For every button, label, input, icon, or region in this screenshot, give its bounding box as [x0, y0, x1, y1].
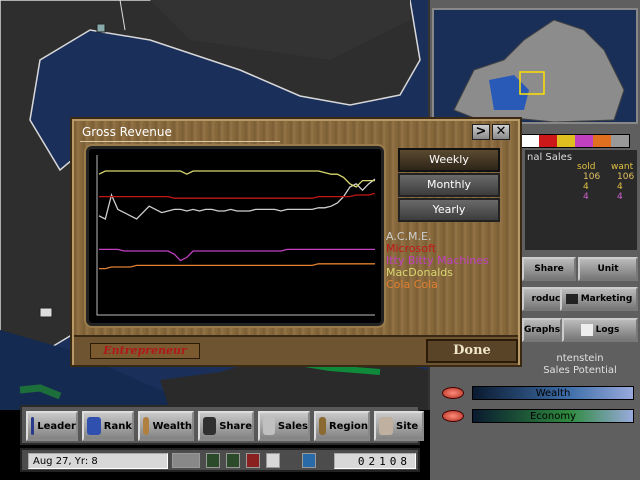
- color-swatch: [575, 135, 593, 147]
- europe-minimap[interactable]: [432, 8, 638, 124]
- chart-legend: A.C.M.E. Microsoft Itty Bitty Machines MacD…: [386, 231, 489, 291]
- wealth-toggle-icon[interactable]: [442, 387, 464, 399]
- want-header: want: [611, 162, 634, 172]
- sales-sold-value: 4: [583, 192, 589, 202]
- yearly-button[interactable]: Yearly: [398, 198, 500, 222]
- rank-button-label: Rank: [103, 420, 132, 432]
- dialog-title: Gross Revenue: [82, 125, 172, 139]
- money-counter: 02108: [334, 453, 416, 469]
- leader-button[interactable]: Leader: [26, 411, 78, 441]
- wealth-meter-label: Wealth: [535, 387, 571, 399]
- share-button-label: Share: [534, 264, 564, 274]
- leader-icon: [31, 417, 35, 435]
- economy-toggle-icon[interactable]: [442, 410, 464, 422]
- bottom-toolbar: Leader Rank Wealth Share Sales Region Site: [20, 405, 424, 445]
- dialog-footer: Entrepreneur Done: [74, 335, 518, 365]
- sales-icon: [263, 417, 275, 435]
- logs-button[interactable]: Logs: [562, 318, 638, 342]
- legend-entry: Cola Cola: [386, 278, 438, 291]
- speed-fast-icon[interactable]: [246, 453, 260, 468]
- site-button[interactable]: Site: [374, 411, 424, 441]
- logs-button-label: Logs: [595, 325, 620, 335]
- revenue-chart-svg: [96, 155, 376, 316]
- region-subtitle: Sales Potential: [543, 365, 617, 376]
- wealth-button-label: Wealth: [152, 420, 192, 432]
- leader-button-label: Leader: [37, 420, 76, 432]
- sales-sold-value: 106: [583, 172, 601, 182]
- info-icon[interactable]: [302, 453, 316, 468]
- marketing-button-label: Marketing: [580, 294, 633, 304]
- status-bar: Aug 27, Yr: 8 02108: [20, 448, 420, 472]
- share-icon: [203, 417, 217, 435]
- rank-button[interactable]: Rank: [82, 411, 134, 441]
- wealth-button[interactable]: Wealth: [138, 411, 194, 441]
- share-button[interactable]: Share: [522, 257, 576, 281]
- next-button[interactable]: >: [472, 124, 490, 140]
- monthly-button[interactable]: Monthly: [398, 173, 500, 197]
- region-name: ntenstein: [556, 353, 604, 364]
- minimap-terrain: [453, 19, 625, 122]
- keyboard-icon[interactable]: [172, 453, 200, 468]
- color-swatch: [611, 135, 629, 147]
- speed-normal-icon[interactable]: [226, 453, 240, 468]
- pause-icon[interactable]: [266, 453, 280, 468]
- rank-ribbon-icon: [87, 417, 101, 435]
- series-line-a-c-m-e-: [98, 178, 376, 220]
- sales-button[interactable]: Sales: [258, 411, 310, 441]
- series-line-macdonalds: [98, 170, 375, 188]
- sales-want-value: 4: [617, 192, 623, 202]
- title-underline: [80, 141, 280, 142]
- sales-button-label: Sales: [277, 420, 308, 432]
- series-line-cola-cola: [99, 263, 375, 270]
- site-icon: [379, 417, 393, 435]
- wealth-meter: Wealth: [472, 386, 634, 400]
- graphs-button[interactable]: Graphs: [522, 318, 562, 342]
- logs-icon: [580, 324, 593, 336]
- color-swatch: [521, 135, 539, 147]
- region-button-label: Region: [328, 420, 368, 432]
- region-button[interactable]: Region: [314, 411, 370, 441]
- speed-slow-icon[interactable]: [206, 453, 220, 468]
- series-line-microsoft: [99, 192, 376, 199]
- close-button[interactable]: ✕: [492, 124, 510, 140]
- marketing-icon: [565, 294, 578, 304]
- economy-meter: Economy: [472, 409, 634, 423]
- color-swatch: [593, 135, 611, 147]
- sales-want-value: 4: [617, 182, 623, 192]
- chart-axes: [96, 155, 375, 316]
- color-swatch: [539, 135, 557, 147]
- unit-button-label: Unit: [597, 264, 619, 274]
- weekly-button[interactable]: Weekly: [398, 148, 500, 172]
- share-button-label: Share: [219, 420, 252, 432]
- company-color-strip: [520, 134, 630, 148]
- sales-want-value: 106: [617, 172, 635, 182]
- color-swatch: [557, 135, 575, 147]
- sold-header: sold: [577, 162, 596, 172]
- gross-revenue-dialog: Gross Revenue > ✕ Weekly Monthly Yearly …: [70, 117, 522, 367]
- globe-icon: [319, 417, 326, 435]
- sales-sold-value: 4: [583, 182, 589, 192]
- graphs-button-label: Graphs: [523, 325, 561, 335]
- national-sales-panel: nal Sales sold want 106 106 4 4 4 4: [525, 150, 637, 250]
- series-line-itty-bitty-machines: [99, 248, 375, 262]
- unit-button[interactable]: Unit: [578, 257, 638, 281]
- site-button-label: Site: [396, 420, 419, 432]
- revenue-graph: [86, 146, 384, 326]
- region-info: ntenstein Sales Potential: [520, 353, 640, 377]
- economy-meter-label: Economy: [529, 410, 577, 422]
- rank-badge: Entrepreneur: [90, 343, 200, 359]
- date-display: Aug 27, Yr: 8: [28, 453, 168, 469]
- done-button[interactable]: Done: [426, 339, 518, 363]
- marketing-button[interactable]: Marketing: [560, 287, 638, 311]
- share-button[interactable]: Share: [198, 411, 254, 441]
- sales-title: nal Sales: [527, 152, 573, 163]
- money-bag-icon: [143, 417, 150, 435]
